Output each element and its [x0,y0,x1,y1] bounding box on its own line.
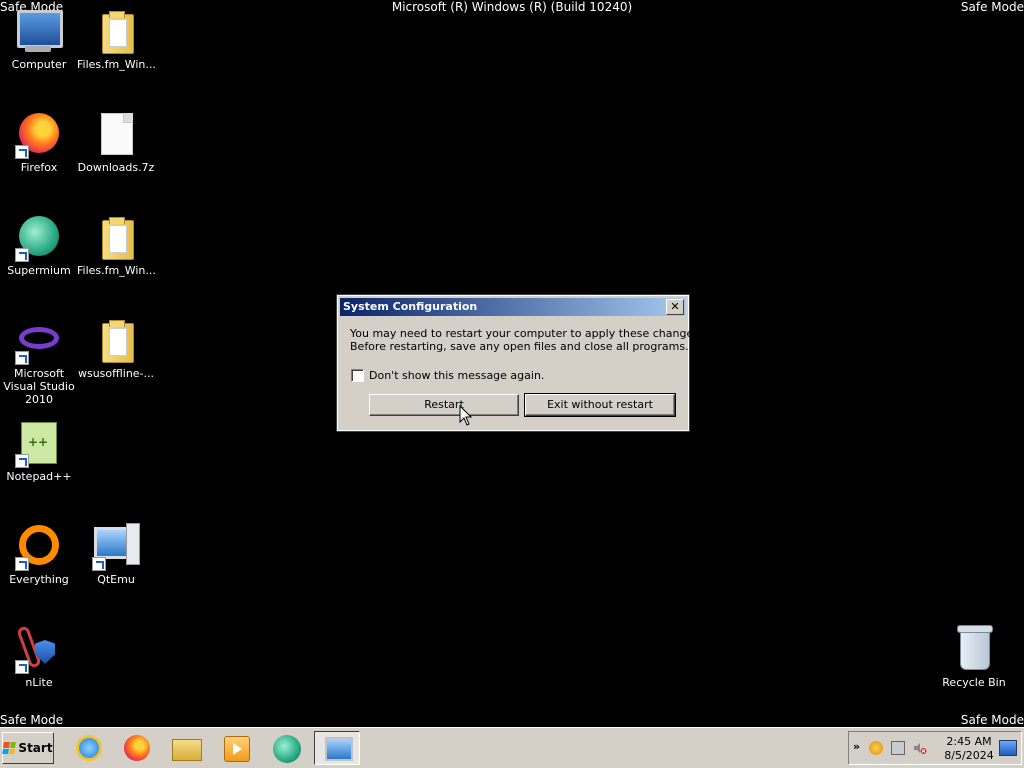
clock[interactable]: 2:45 AM 8/5/2024 [939,735,999,763]
desktop-icon-label: Computer [11,58,67,71]
dialog-message: You may need to restart your computer to… [350,327,702,353]
start-label: Start [18,741,53,755]
supermium-icon[interactable] [268,731,302,765]
system-configuration-dialog: System Configuration ✕ You may need to r… [336,294,702,432]
file-explorer-icon[interactable] [168,731,202,765]
computer-icon [15,8,63,56]
everything-icon [15,523,63,571]
internet-explorer-icon[interactable] [70,731,104,765]
dont-show-again-checkbox[interactable]: Don't show this message again. [351,369,544,382]
qtemu-icon [92,523,140,571]
desktop-icon-wsusoffline[interactable]: wsusoffline-... [77,311,155,380]
firefox-icon[interactable] [118,731,152,765]
desktop-icon-label: Downloads.7z [77,161,155,174]
safe-mode-label-bottom-right: Safe Mode [960,713,1024,727]
shortcut-arrow-icon [15,145,29,159]
taskbar: Start » 2:45 AM 8/5/2024 [0,727,1024,768]
volume-muted-icon[interactable] [913,741,927,755]
desktop-icon-label: nLite [25,676,53,689]
desktop-icon-recycle-bin[interactable]: Recycle Bin [935,620,1013,689]
desktop-icon-files-fm-1[interactable]: Files.fm_Win... [77,2,156,71]
visual-studio-icon [15,317,63,365]
desktop-icon-label: Notepad++ [6,470,72,483]
dialog-message-line-2: Before restarting, save any open files a… [350,340,689,353]
network-icon[interactable] [891,741,905,755]
windows-logo-icon [2,742,17,754]
desktop-icon-downloads-7z[interactable]: Downloads.7z [77,105,155,174]
show-desktop-icon[interactable] [999,740,1017,756]
exit-without-restart-button[interactable]: Exit without restart [524,393,676,417]
dialog-title: System Configuration [340,298,686,316]
safe-mode-label-bottom-left: Safe Mode [0,713,64,727]
start-button[interactable]: Start [2,732,54,764]
recycle-bin-icon [950,625,998,674]
checkbox-label: Don't show this message again. [369,369,545,382]
desktop-icon-label: Files.fm_Win... [77,58,156,71]
system-configuration-icon [325,737,353,761]
desktop-icon-everything[interactable]: Everything [0,517,78,586]
desktop-icon-label: Recycle Bin [942,676,1006,689]
checkbox-box[interactable] [351,369,364,382]
system-configuration-taskbar-button[interactable] [314,731,360,765]
desktop-icon-label: Microsoft Visual Studio 2010 [3,367,75,406]
desktop-icon-label: Supermium [7,264,71,277]
safe-mode-label-top-right: Safe Mode [960,0,1024,14]
desktop-icon-label: QtEmu [97,573,135,586]
shortcut-arrow-icon [92,557,106,571]
desktop-icon-label: Firefox [20,161,58,174]
desktop-icon-supermium[interactable]: Supermium [0,208,78,277]
desktop-icon-label: Files.fm_Win... [77,264,156,277]
restart-button[interactable]: Restart [369,394,519,416]
nlite-icon [15,625,63,674]
clock-time: 2:45 AM [946,735,992,748]
firefox-icon [15,111,63,159]
shortcut-arrow-icon [15,557,29,571]
system-tray: » 2:45 AM 8/5/2024 [848,731,1022,765]
desktop-icon-computer[interactable]: Computer [0,2,78,71]
desktop-icon-qtemu[interactable]: QtEmu [77,517,155,586]
action-center-icon[interactable] [869,741,883,755]
file-icon [92,111,140,159]
desktop-icon-label: Everything [9,573,69,586]
media-player-icon[interactable] [218,731,252,765]
notepad-plus-plus-icon [15,420,63,468]
clock-date: 8/5/2024 [944,749,994,762]
shortcut-arrow-icon [15,248,29,262]
desktop-icon-nlite[interactable]: nLite [0,620,78,689]
folder-icon [92,8,140,56]
close-icon[interactable]: ✕ [666,299,684,315]
desktop-icon-label: wsusoffline-... [77,367,155,380]
shortcut-arrow-icon [15,660,29,674]
dialog-message-line-1: You may need to restart your computer to… [350,327,703,340]
desktop-icon-notepad-plus-plus[interactable]: Notepad++ [0,414,78,483]
desktop-icon-visual-studio[interactable]: Microsoft Visual Studio 2010 [0,311,78,406]
desktop-icon-firefox[interactable]: Firefox [0,105,78,174]
supermium-icon [15,214,63,262]
shortcut-arrow-icon [15,351,29,365]
desktop-icon-files-fm-2[interactable]: Files.fm_Win... [77,208,156,277]
folder-icon [92,317,140,365]
show-hidden-icons-chevron-icon[interactable]: » [853,740,860,753]
shortcut-arrow-icon [15,454,29,468]
folder-icon [92,214,140,262]
